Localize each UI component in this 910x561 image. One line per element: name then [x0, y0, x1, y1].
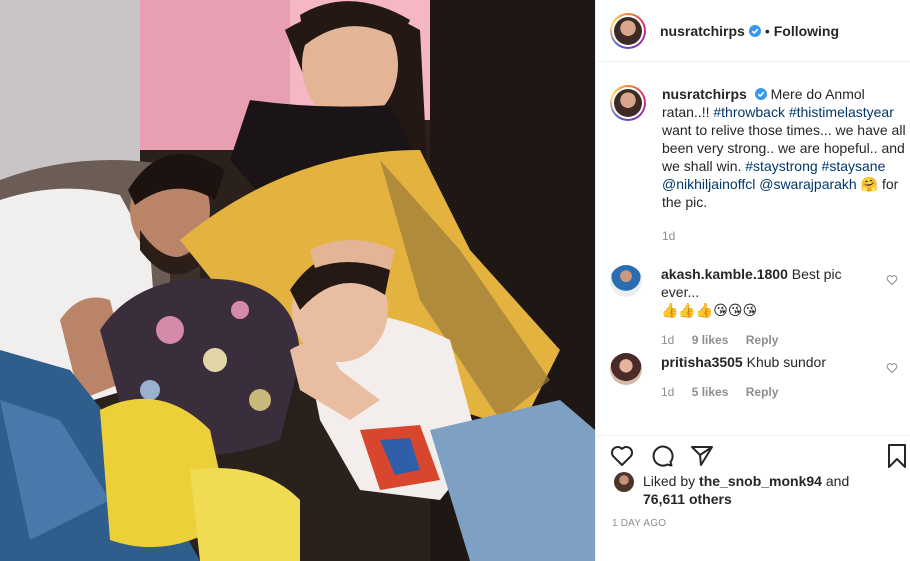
hashtag-thistimelastyear[interactable]: #thistimelastyear [789, 104, 894, 120]
verified-icon [754, 88, 767, 100]
caption-text: nusratchirps Mere do Anmol ratan..!! #th… [662, 85, 910, 211]
hashtag-staystrong[interactable]: #staystrong [745, 158, 817, 174]
comment-item: akash.kamble.1800 Best pic ever... 👍👍👍😘😘… [610, 265, 910, 349]
caption-timestamp[interactable]: 1d [662, 229, 675, 243]
comment-username[interactable]: pritisha3505 [661, 354, 743, 370]
post-actions: Liked by the_snob_monk94 and 76,611 othe… [596, 435, 910, 561]
comment-meta: 1d 5 likes Reply [661, 383, 871, 401]
comment-emojis: 👍👍👍😘😘😘 [661, 302, 758, 318]
caption-avatar-inner [612, 87, 644, 119]
likes-summary: Liked by the_snob_monk94 and 76,611 othe… [614, 472, 873, 508]
following-button[interactable]: Following [774, 23, 839, 39]
bookmark-icon[interactable] [885, 443, 909, 469]
avatar[interactable] [610, 12, 646, 49]
comment-avatar[interactable] [610, 353, 642, 385]
action-buttons [610, 441, 730, 471]
header-username[interactable]: nusratchirps [660, 23, 745, 39]
reply-button[interactable]: Reply [746, 333, 779, 347]
photo-illustration [0, 0, 595, 561]
hug-emoji: 🤗 [860, 176, 879, 192]
comment-timestamp[interactable]: 1d [661, 333, 674, 347]
post-caption: nusratchirps Mere do Anmol ratan..!! #th… [610, 85, 910, 211]
comment-body: pritisha3505 Khub sundor 1d 5 likes Repl… [661, 353, 871, 401]
liked-by-prefix: Liked by [643, 473, 696, 489]
hashtag-throwback[interactable]: #throwback [713, 104, 785, 120]
comment-text: Khub sundor [746, 354, 827, 370]
comment-meta: 1d 9 likes Reply [661, 331, 871, 349]
instagram-post: nusratchirps • Following nusratchirps Me… [0, 0, 910, 561]
avatar-image [614, 16, 642, 45]
comment-like-icon[interactable] [886, 274, 898, 286]
heart-icon[interactable] [610, 444, 634, 468]
comment-likes[interactable]: 9 likes [692, 333, 729, 347]
caption-avatar[interactable] [610, 85, 646, 121]
comment-like-icon[interactable] [886, 362, 898, 374]
liker-username[interactable]: the_snob_monk94 [699, 473, 822, 489]
hashtag-staysane[interactable]: #staysane [822, 158, 886, 174]
caption-avatar-image [614, 89, 642, 117]
mention-swarajparakh[interactable]: @swarajparakh [759, 176, 856, 192]
comments-section: nusratchirps Mere do Anmol ratan..!! #th… [596, 63, 910, 435]
mention-nikhiljainoffcl[interactable]: @nikhiljainoffcl [662, 176, 755, 192]
liker-avatar[interactable] [614, 472, 634, 492]
verified-icon [748, 24, 761, 37]
share-icon[interactable] [690, 444, 714, 468]
comment-body: akash.kamble.1800 Best pic ever... 👍👍👍😘😘… [661, 265, 871, 349]
comment-likes[interactable]: 5 likes [692, 385, 729, 399]
post-date[interactable]: 1 DAY AGO [612, 518, 666, 529]
comment-timestamp[interactable]: 1d [661, 385, 674, 399]
post-sidebar: nusratchirps • Following nusratchirps Me… [595, 0, 910, 561]
avatar-inner [612, 14, 644, 47]
comment-icon[interactable] [650, 444, 674, 468]
caption-username[interactable]: nusratchirps [662, 86, 747, 102]
likes-and: and [825, 473, 850, 489]
comment-username[interactable]: akash.kamble.1800 [661, 266, 788, 282]
post-photo[interactable] [0, 0, 595, 561]
comment-avatar[interactable] [610, 265, 642, 297]
likes-text: Liked by the_snob_monk94 and 76,611 othe… [643, 472, 873, 508]
post-header: nusratchirps • Following [596, 0, 910, 62]
reply-button[interactable]: Reply [746, 385, 779, 399]
likes-count[interactable]: 76,611 others [643, 491, 732, 507]
separator-dot: • [764, 22, 770, 39]
comment-item: pritisha3505 Khub sundor 1d 5 likes Repl… [610, 353, 910, 401]
